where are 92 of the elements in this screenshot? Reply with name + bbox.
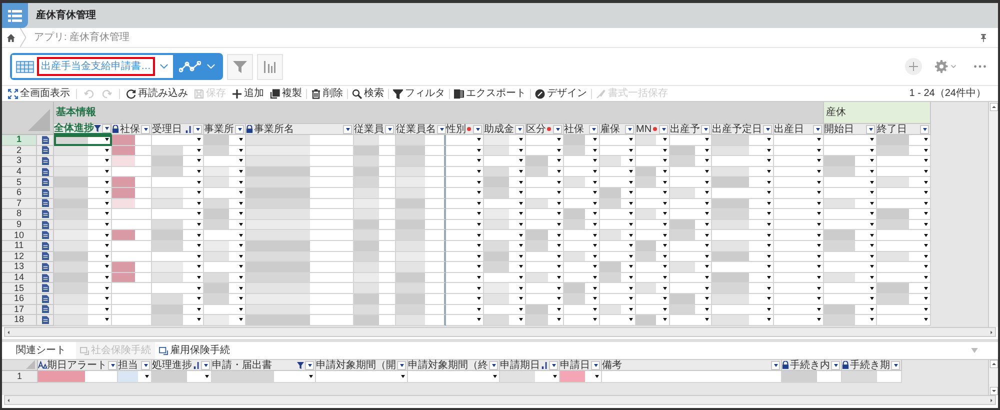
column-label: MN <box>636 124 652 134</box>
column-header[interactable]: 手続き期 <box>842 360 902 371</box>
column-label: 手続き期 <box>850 360 890 370</box>
column-header[interactable]: 事業所名 <box>246 124 354 135</box>
column-header[interactable]: 期日アラート <box>38 360 118 371</box>
row-header[interactable]: 3 <box>2 156 37 167</box>
toolbar-button[interactable]: 全画面表示 <box>5 86 73 101</box>
column-header[interactable]: 社保 <box>112 124 152 135</box>
column-label: 受理日 <box>152 124 182 134</box>
column-label: 備考 <box>602 360 622 370</box>
column-label: 性別 <box>446 124 466 134</box>
column-header[interactable]: 申請期日 <box>500 360 560 371</box>
row-header[interactable]: 6 <box>2 188 37 199</box>
column-label: 全体進捗 <box>54 123 94 134</box>
row-header[interactable]: 4 <box>2 166 37 178</box>
column-label: 申請日 <box>560 360 590 370</box>
column-header[interactable]: 従業員名 <box>396 124 446 135</box>
column-header[interactable]: 出産予 <box>670 124 712 135</box>
breadcrumb-link[interactable]: アプリ: 産休育休管理 <box>34 30 130 45</box>
toolbar-button[interactable]: エクスポート <box>451 86 529 101</box>
column-label: 期日アラート <box>47 360 107 370</box>
column-label: 申請対象期間（開 <box>316 360 396 370</box>
column-label: 開始日 <box>824 124 854 134</box>
column-label: 区分 <box>526 124 546 134</box>
row-header[interactable]: 16 <box>2 294 37 304</box>
column-header[interactable]: 性別 <box>446 124 484 135</box>
row-header[interactable]: 12 <box>2 252 37 262</box>
column-label: 申請・届出書 <box>212 360 272 370</box>
column-label: 処理進捗 <box>152 360 192 370</box>
column-label: 出産日 <box>774 124 804 134</box>
panel-title: 関連シート <box>16 344 67 358</box>
toolbar-button[interactable]: 複製 <box>267 86 305 101</box>
column-header[interactable]: 処理進捗 <box>152 360 212 371</box>
row-header[interactable]: 17 <box>2 304 37 316</box>
row-header[interactable]: 5 <box>2 177 37 188</box>
toolbar-button[interactable]: 再読み込み <box>123 86 191 101</box>
column-header[interactable]: 受理日 <box>152 124 204 135</box>
column-header[interactable]: 申請対象期間（開 <box>316 360 408 371</box>
column-label: 事業所 <box>204 124 234 134</box>
column-group-header: 産休 <box>824 102 931 124</box>
column-header[interactable]: 雇保 <box>600 124 636 135</box>
column-header[interactable]: 従業員 <box>354 124 396 135</box>
column-label: 申請期日 <box>500 360 540 370</box>
column-header[interactable]: 事業所 <box>204 124 246 135</box>
column-header[interactable]: 申請対象期間（終 <box>408 360 500 371</box>
toolbar-button[interactable]: フィルタ <box>390 86 448 101</box>
row-header[interactable]: 7 <box>2 198 37 210</box>
row-header[interactable]: 10 <box>2 230 37 241</box>
column-header[interactable]: 出産日 <box>774 124 824 135</box>
row-header[interactable]: 1 <box>2 371 38 383</box>
column-label: 助成金 <box>484 124 514 134</box>
toolbar-button[interactable]: 追加 <box>229 86 267 101</box>
column-header[interactable]: 全体進捗 <box>54 124 112 135</box>
column-label: 終了日 <box>877 124 907 134</box>
column-header[interactable]: 申請日 <box>560 360 602 371</box>
column-header[interactable]: 出産予定日 <box>712 124 774 135</box>
record-count: 1 - 24（24件中） <box>909 86 986 101</box>
column-label: 担当 <box>118 360 138 370</box>
column-label: 従業員名 <box>396 124 436 134</box>
app-title: 産休育休管理 <box>36 8 96 23</box>
column-header[interactable]: 開始日 <box>824 124 877 135</box>
column-label: 出産予定日 <box>712 124 762 134</box>
column-header[interactable]: 手続き内 <box>782 360 842 371</box>
column-label: 社保 <box>120 124 140 134</box>
row-header[interactable]: 18 <box>2 315 37 326</box>
column-header[interactable]: 備考 <box>602 360 782 371</box>
column-label: 出産予 <box>670 124 700 134</box>
row-header[interactable]: 9 <box>2 220 37 230</box>
column-label: 手続き内 <box>790 360 830 370</box>
column-label: 雇保 <box>600 124 620 134</box>
column-label: 事業所名 <box>254 124 294 134</box>
row-header[interactable]: 2 <box>2 146 37 156</box>
toolbar-button[interactable]: デザイン <box>532 86 590 101</box>
column-header[interactable]: 助成金 <box>484 124 526 135</box>
column-header[interactable]: 担当 <box>118 360 152 371</box>
column-header[interactable]: 申請・届出書 <box>212 360 316 371</box>
toolbar-button[interactable]: 削除 <box>308 86 346 101</box>
row-header[interactable]: 14 <box>2 272 37 284</box>
column-label: 社保 <box>564 124 584 134</box>
row-header[interactable]: 13 <box>2 262 37 273</box>
row-header[interactable]: 1 <box>2 135 37 146</box>
column-header[interactable]: 区分 <box>526 124 564 135</box>
row-header[interactable]: 11 <box>2 240 37 252</box>
column-label: 申請対象期間（終 <box>408 360 488 370</box>
column-header[interactable]: MN <box>636 124 670 135</box>
toolbar-button[interactable]: 検索 <box>349 86 387 101</box>
row-header[interactable]: 8 <box>2 209 37 220</box>
column-label: 従業員 <box>354 124 384 134</box>
column-header[interactable]: 終了日 <box>877 124 931 135</box>
column-group-header: 基本情報 <box>54 102 824 124</box>
row-header[interactable]: 15 <box>2 283 37 294</box>
column-header[interactable]: 社保 <box>564 124 600 135</box>
